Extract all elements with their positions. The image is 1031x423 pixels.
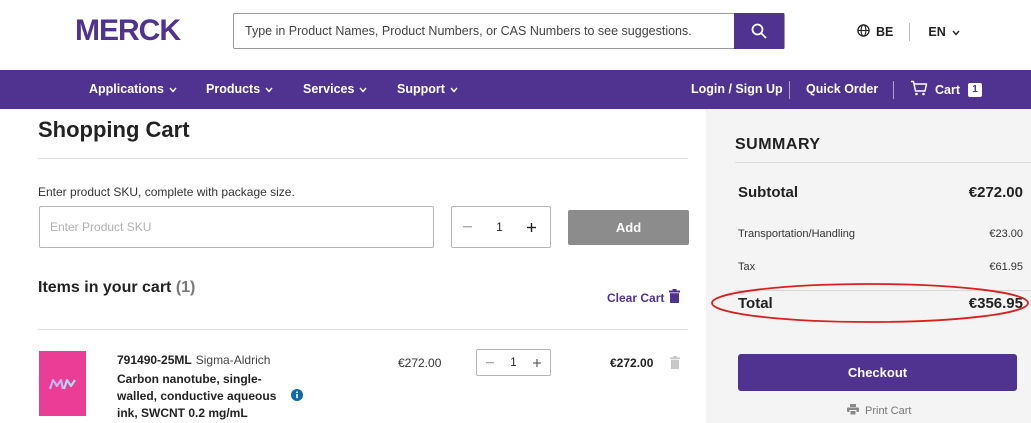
increase-quantity-button[interactable] <box>527 222 536 232</box>
page-title: Shopping Cart <box>38 117 190 142</box>
cart-main: Shopping Cart Enter product SKU, complet… <box>0 109 706 423</box>
subtotal-row: Subtotal €272.00 <box>738 184 1023 201</box>
print-cart-link[interactable]: Print Cart <box>847 404 911 418</box>
title-divider <box>38 158 688 159</box>
subtotal-value: €272.00 <box>968 184 1023 201</box>
region-selector[interactable]: BE <box>876 25 893 39</box>
sku-instruction: Enter product SKU, complete with package… <box>38 185 295 199</box>
sku-quantity-stepper: 1 <box>451 206 551 248</box>
shipping-label: Transportation/Handling <box>738 228 855 240</box>
nav-applications-label: Applications <box>89 82 165 96</box>
language-selector[interactable]: EN <box>928 25 945 39</box>
shipping-row: Transportation/Handling €23.00 <box>738 228 1023 240</box>
nav-divider <box>893 81 894 99</box>
item-brand: Sigma-Aldrich <box>195 353 271 367</box>
clear-cart-label: Clear Cart <box>607 290 665 305</box>
info-icon[interactable] <box>291 388 303 406</box>
summary-total-row: Total €356.95 <box>738 295 1023 312</box>
summary-title: SUMMARY <box>735 136 821 153</box>
items-heading-label: Items in your cart <box>38 279 172 296</box>
clear-cart-button[interactable]: Clear Cart <box>607 289 681 306</box>
tax-row: Tax €61.95 <box>738 261 1023 273</box>
nav-support-label: Support <box>397 82 445 96</box>
item-sku-line: 791490-25ML Sigma-Aldrich <box>117 353 270 367</box>
total-label: Total <box>738 295 773 312</box>
trash-icon[interactable] <box>670 356 680 374</box>
tax-label: Tax <box>738 261 756 273</box>
chevron-down-icon <box>265 82 273 96</box>
add-button[interactable]: Add <box>568 210 689 245</box>
trash-icon <box>669 289 681 306</box>
quick-order-label: Quick Order <box>806 82 879 96</box>
search-box <box>233 13 785 49</box>
item-quantity-value[interactable]: 1 <box>510 357 516 369</box>
item-description[interactable]: Carbon nanotube, single-walled, conducti… <box>117 371 287 422</box>
shipping-value: €23.00 <box>989 228 1023 240</box>
item-total-price: €272.00 <box>610 356 654 370</box>
items-heading: Items in your cart (1) <box>38 279 195 297</box>
cart-count-badge: 1 <box>968 82 983 97</box>
top-header: MERCK BE EN <box>0 0 1031 65</box>
sku-quantity-value[interactable]: 1 <box>496 220 503 234</box>
items-count: (1) <box>175 279 196 296</box>
search-icon <box>751 23 767 39</box>
order-summary: SUMMARY Subtotal €272.00 Transportation/… <box>706 109 1031 423</box>
checkout-button[interactable]: Checkout <box>738 354 1017 391</box>
total-value: €356.95 <box>968 295 1023 312</box>
quick-order-link[interactable]: Quick Order <box>806 82 878 96</box>
decrease-quantity-button[interactable] <box>463 226 472 228</box>
nav-services[interactable]: Services <box>303 82 367 96</box>
merck-logo[interactable]: MERCK <box>73 13 213 45</box>
nav-applications[interactable]: Applications <box>89 82 177 96</box>
item-quantity-stepper: 1 <box>476 349 551 376</box>
login-signup-link[interactable]: Login / Sign Up <box>691 82 783 96</box>
tax-value: €61.95 <box>989 261 1023 273</box>
decrease-quantity-button[interactable] <box>486 361 494 364</box>
sku-input[interactable] <box>39 206 434 248</box>
nav-support[interactable]: Support <box>397 82 458 96</box>
globe-icon <box>857 24 870 40</box>
nav-services-label: Services <box>303 82 355 96</box>
search-button[interactable] <box>734 13 784 49</box>
increase-quantity-button[interactable] <box>533 358 541 367</box>
subtotal-label: Subtotal <box>738 184 798 201</box>
nav-products-label: Products <box>206 82 261 96</box>
cart-icon <box>910 80 928 99</box>
nav-divider <box>789 81 790 99</box>
chevron-down-icon <box>450 82 458 96</box>
summary-divider <box>735 162 1031 163</box>
cart-link[interactable]: Cart 1 <box>910 80 983 99</box>
svg-text:MERCK: MERCK <box>75 14 181 45</box>
login-label: Login / Sign Up <box>691 82 783 96</box>
product-thumbnail[interactable] <box>39 351 86 416</box>
item-unit-price: €272.00 <box>398 356 442 370</box>
total-divider <box>735 290 1031 291</box>
print-cart-label: Print Cart <box>865 405 912 417</box>
locale-divider <box>909 23 911 41</box>
printer-icon <box>847 404 859 418</box>
chevron-down-icon <box>169 82 177 96</box>
item-sku[interactable]: 791490-25ML <box>117 353 192 367</box>
chevron-down-icon <box>359 82 367 96</box>
merck-logo-icon: MERCK <box>75 14 182 45</box>
chevron-down-icon <box>952 25 960 39</box>
main-nav: Applications Products Services Support L… <box>0 70 1031 109</box>
merck-logo-icon <box>48 378 76 389</box>
nav-products[interactable]: Products <box>206 82 273 96</box>
locale-selector: BE EN <box>857 22 960 42</box>
cart-label: Cart <box>935 82 961 97</box>
search-input[interactable] <box>234 14 735 48</box>
items-divider <box>38 329 688 330</box>
